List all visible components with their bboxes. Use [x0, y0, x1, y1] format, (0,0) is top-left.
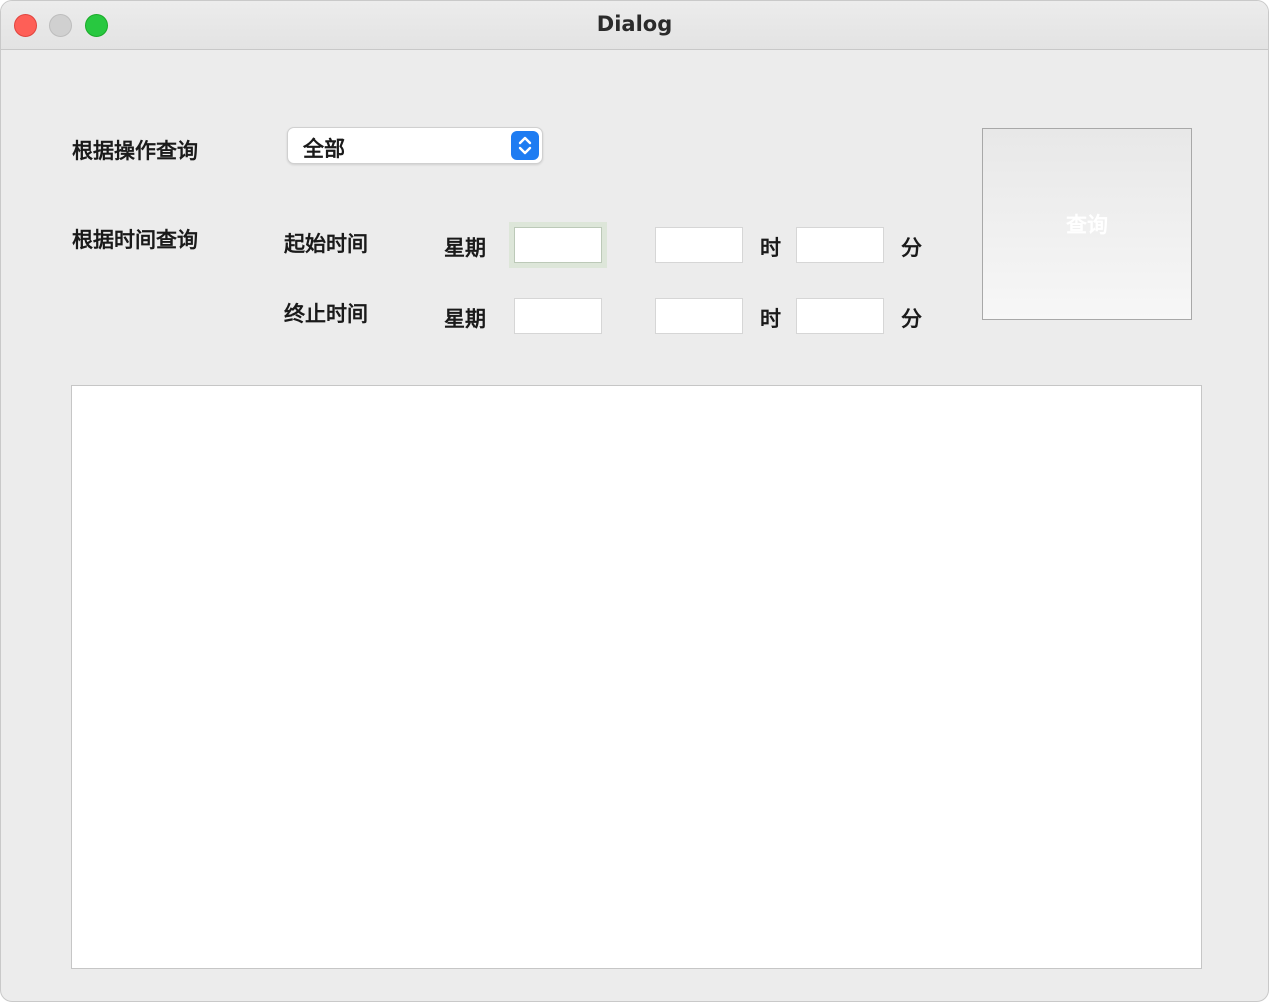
- end-time-label: 终止时间: [284, 302, 368, 326]
- start-minute-label: 分: [901, 236, 922, 260]
- start-minute-input[interactable]: [796, 227, 884, 263]
- query-button-label: 查询: [1066, 213, 1108, 237]
- chevron-up-down-icon: [511, 131, 539, 160]
- end-hour-input[interactable]: [655, 298, 743, 334]
- end-hour-label: 时: [760, 307, 781, 331]
- time-query-label: 根据时间查询: [72, 228, 198, 252]
- start-weekday-label: 星期: [444, 236, 486, 260]
- operation-query-label: 根据操作查询: [72, 139, 198, 163]
- results-text-area[interactable]: [71, 385, 1202, 969]
- title-bar: Dialog: [1, 1, 1268, 50]
- dialog-window: Dialog 根据操作查询 全部 根据时间查询 起始时间 星期 时 分 终止时间…: [0, 0, 1269, 1002]
- start-hour-label: 时: [760, 236, 781, 260]
- end-minute-input[interactable]: [796, 298, 884, 334]
- window-title: Dialog: [596, 12, 673, 36]
- operation-select[interactable]: 全部: [287, 127, 543, 164]
- start-hour-input[interactable]: [655, 227, 743, 263]
- start-time-label: 起始时间: [284, 232, 368, 256]
- end-minute-label: 分: [901, 307, 922, 331]
- query-button[interactable]: 查询: [982, 128, 1192, 320]
- start-weekday-input[interactable]: [509, 222, 607, 268]
- end-weekday-input[interactable]: [514, 298, 602, 334]
- operation-select-value: 全部: [303, 137, 345, 161]
- end-weekday-label: 星期: [444, 307, 486, 331]
